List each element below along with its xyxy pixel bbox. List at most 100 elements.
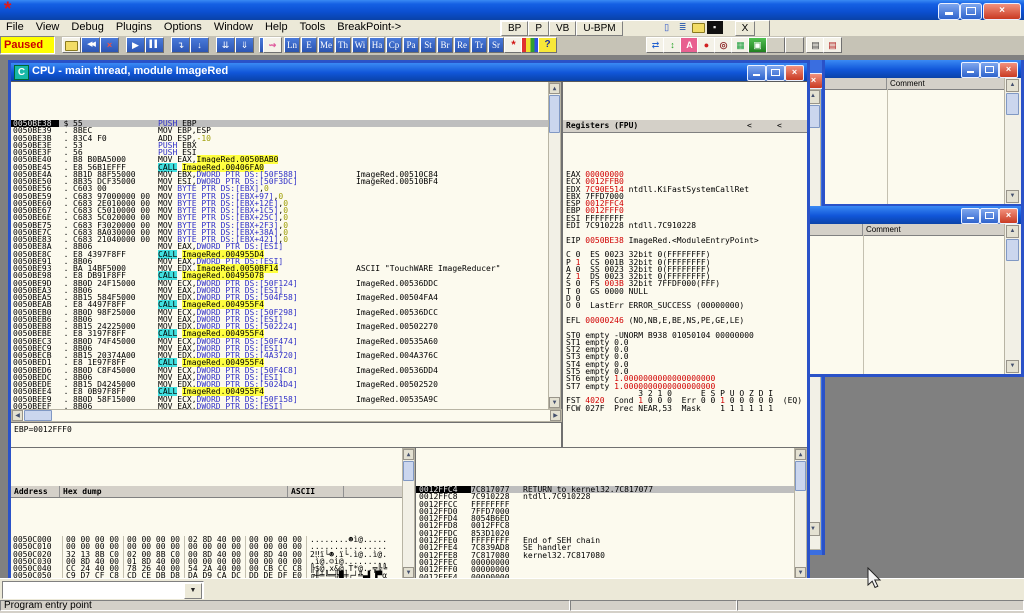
pane-button-st[interactable]: St [420,37,436,53]
disassembly-pane[interactable]: 0050BE38$55PUSH EBP0050BE39.8BECMOV EBP,… [11,82,562,409]
menu-item-plugins[interactable]: Plugins [110,20,158,33]
close-button[interactable]: × [983,3,1021,20]
side-window-bottom[interactable]: × Comment ▲ ▼ [802,206,1024,377]
open-file-button[interactable] [62,37,81,53]
combobox-dropdown-icon[interactable]: ▼ [184,583,202,599]
pane-button-ln[interactable]: Ln [284,37,300,53]
restore-button[interactable] [960,3,982,20]
help-icon[interactable]: ? [538,37,557,53]
dump-ascii-header[interactable]: ASCII [288,486,344,497]
pane-button-wi[interactable]: Wi [352,37,368,53]
restore-button[interactable] [980,208,999,224]
close-button[interactable]: × [999,208,1018,224]
trace-into-button[interactable]: ⇊ [216,37,235,53]
scroll-right-icon[interactable]: ▶ [550,410,561,421]
scroll-up-icon[interactable]: ▲ [549,83,560,94]
menu-item-file[interactable]: File [0,20,30,33]
pane-button-pa[interactable]: Pa [403,37,419,53]
unnamed-column-header[interactable] [825,78,887,89]
info-pane[interactable]: EBP=0012FFF0 [11,422,562,447]
menu-item-tools[interactable]: Tools [294,20,332,33]
book-icon[interactable]: ≣ [675,21,691,34]
register-line[interactable]: EFL 00000246 (NO,NB,E,BE,NS,PE,GE,LE) [563,317,807,324]
disasm-row[interactable]: 0050BEC3.8B0D 74F45000MOV ECX,DWORD PTR … [11,338,561,345]
pane-collapse-icon[interactable]: < [747,120,777,132]
menu-item-options[interactable]: Options [158,20,208,33]
memory-dump-pane[interactable]: Address Hex dump ASCII 0050C00000 00 00 … [11,447,415,579]
comment-column-header[interactable]: Comment [863,224,1021,235]
menu-item-breakpoint[interactable]: BreakPoint-> [331,20,407,33]
menu-item-debug[interactable]: Debug [65,20,109,33]
scroll-down-icon[interactable]: ▼ [795,567,806,578]
scrollbar[interactable]: ▲ ▼ [1004,224,1021,374]
side-window-top[interactable]: × Comment ▲ ▼ [822,60,1024,207]
stack-pane[interactable]: 0012FFC47C817077RETURN to kernel32.7C817… [415,447,807,579]
restore-button[interactable] [766,65,785,81]
close-button[interactable]: × [785,65,804,81]
disasm-row[interactable]: 0050BE38$55PUSH EBP [11,120,561,127]
command-combobox[interactable]: ▼ [2,581,204,599]
pane-button-e[interactable]: E [301,37,317,53]
scroll-down-icon[interactable]: ▼ [403,567,414,578]
goto-button[interactable]: ⇝ [263,37,282,53]
dump-address-header[interactable]: Address [11,486,60,497]
minimize-button[interactable] [747,65,766,81]
minimize-button[interactable] [961,208,980,224]
copy-icon[interactable]: ▯ [659,21,675,34]
disasm-row[interactable]: 0050BE83.C683 21040000 00MOV BYTE PTR DS… [11,236,561,243]
scroll-up-icon[interactable]: ▲ [1006,225,1019,238]
scroll-up-icon[interactable]: ▲ [795,449,806,460]
side-window-top-titlebar[interactable]: × [825,60,1021,78]
scroll-down-icon[interactable]: ▼ [1006,360,1019,373]
disasm-row[interactable]: 0050BEE9.8B0D 58F15000MOV ECX,DWORD PTR … [11,396,561,403]
menu-item-help[interactable]: Help [259,20,294,33]
plugin-button-bp[interactable]: BP [501,21,528,36]
pause-button[interactable]: ▌▌ [145,37,164,53]
restore-button[interactable] [980,62,999,78]
comment-column-header[interactable]: Comment [887,78,1021,89]
register-line[interactable]: O 0 LastErr ERROR_SUCCESS (00000000) [563,302,807,309]
app-titlebar[interactable]: * × [0,0,1024,20]
disasm-row[interactable]: 0050BE9D.8B0D 24F15000MOV ECX,DWORD PTR … [11,280,561,287]
step-over-button[interactable]: ↓ [190,37,209,53]
console-icon[interactable]: ▪ [707,21,723,34]
plugin-button-vb[interactable]: VB [549,21,576,36]
monitor-icon[interactable]: ▣ [748,37,767,53]
registers-pane[interactable]: Registers (FPU) < < EAX 00000000ECX 0012… [562,82,807,447]
plugin-button-u-bpm[interactable]: U-BPM [576,21,622,36]
pane-button-me[interactable]: Me [318,37,334,53]
trace-over-button[interactable]: ⇓ [235,37,254,53]
disasm-hscrollbar[interactable]: ◀ ▶ [11,409,562,422]
pane-button-th[interactable]: Th [335,37,351,53]
step-into-button[interactable]: ↴ [171,37,190,53]
pane-collapse-icon[interactable]: < [777,120,807,132]
stack-vscrollbar[interactable]: ▲ ▼ [794,448,807,579]
scroll-up-icon[interactable]: ▲ [1006,79,1019,92]
scroll-left-icon[interactable]: ◀ [12,410,23,421]
registers-header[interactable]: Registers (FPU) < < [563,120,807,133]
minimize-button[interactable] [961,62,980,78]
register-line[interactable]: EIP 0050BE38 ImageRed.<ModuleEntryPoint> [563,237,807,244]
disasm-row[interactable]: 0050BED6.8B0D C8F45000MOV ECX,DWORD PTR … [11,367,561,374]
pane-button-re[interactable]: Re [454,37,470,53]
marked-list-icon[interactable]: ▤ [823,37,842,53]
pane-button-cp[interactable]: Cp [386,37,402,53]
dump-vscrollbar[interactable]: ▲ ▼ [402,448,415,579]
disasm-row[interactable]: 0050BE3E.53PUSH EBX [11,142,561,149]
scroll-down-icon[interactable]: ▼ [1006,190,1019,203]
pane-button-br[interactable]: Br [437,37,453,53]
dump-hex-header[interactable]: Hex dump [60,486,288,497]
folder-icon[interactable] [691,21,707,34]
cpu-window[interactable]: C CPU - main thread, module ImageRed × 0… [8,60,810,578]
pane-button-tr[interactable]: Tr [471,37,487,53]
register-line[interactable]: FCW 027F Prec NEAR,53 Mask 1 1 1 1 1 1 [563,405,807,412]
restart-button[interactable]: ◀◀ [81,37,100,53]
minimize-button[interactable] [938,3,960,20]
pane-button-ha[interactable]: Ha [369,37,385,53]
run-button[interactable]: ▶ [126,37,145,53]
cpu-titlebar[interactable]: C CPU - main thread, module ImageRed × [11,63,807,81]
register-line[interactable]: EDI 7C910228 ntdll.7C910228 [563,222,807,229]
scroll-up-icon[interactable]: ▲ [403,449,414,460]
register-line[interactable]: T 0 GS 0000 NULL [563,288,807,295]
disasm-row[interactable]: 0050BE8C.E8 4397F8FFCALL ImageRed.004955… [11,251,561,258]
